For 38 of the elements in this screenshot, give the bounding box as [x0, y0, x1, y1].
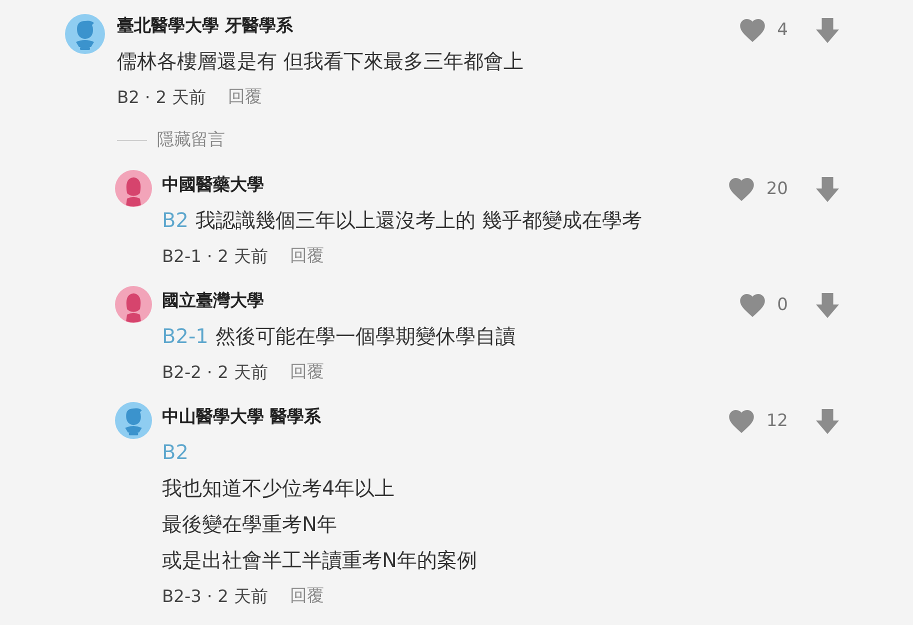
comment-text: 儒林各樓層還是有 但我看下來最多三年都會上 — [117, 48, 524, 75]
like-count: 4 — [777, 20, 788, 40]
author-name: 臺北醫學大學 牙醫學系 — [117, 15, 294, 38]
avatar-icon — [65, 14, 105, 54]
floor-time-text: B2-3 · 2 天前 — [162, 586, 268, 608]
like-count: 20 — [766, 179, 788, 199]
reply-button[interactable]: 回覆 — [228, 85, 262, 109]
floor-time-text: B2-2 · 2 天前 — [162, 362, 268, 384]
down-arrow-icon[interactable] — [816, 176, 839, 202]
down-arrow-icon[interactable] — [816, 292, 839, 318]
mention-link[interactable]: B2-1 — [162, 324, 208, 348]
author-name: 中山醫學大學 醫學系 — [162, 406, 322, 429]
comment-text: B2 我認識幾個三年以上還沒考上的 幾乎都變成在學考 — [162, 207, 643, 234]
heart-icon[interactable] — [729, 178, 754, 200]
down-arrow-icon[interactable] — [816, 18, 839, 42]
reply-button[interactable]: 回覆 — [290, 244, 324, 268]
mention-link[interactable]: B2 — [162, 440, 188, 464]
like-count: 0 — [777, 295, 788, 315]
comment-text: 或是出社會半工半讀重考N年的案例 — [162, 547, 478, 574]
author-name: 國立臺灣大學 — [162, 290, 265, 313]
avatar-icon — [115, 170, 152, 207]
reply-button[interactable]: 回覆 — [290, 360, 324, 384]
floor-time-text: B2-1 · 2 天前 — [162, 246, 268, 268]
avatar-icon — [115, 402, 152, 439]
heart-icon[interactable] — [729, 410, 754, 432]
like-count: 12 — [766, 411, 788, 431]
author-name: 中國醫藥大學 — [162, 174, 265, 197]
avatar-icon — [115, 286, 152, 323]
heart-icon[interactable] — [740, 294, 766, 316]
mention-link[interactable]: B2 — [162, 208, 188, 232]
comment-text: 我也知道不少位考4年以上 — [162, 475, 396, 502]
reply-button[interactable]: 回覆 — [290, 584, 324, 608]
down-arrow-icon[interactable] — [816, 408, 839, 434]
floor-time-text: B2 · 2 天前 — [117, 86, 206, 108]
comment-text: B2-1 然後可能在學一個學期變休學自讀 — [162, 323, 516, 350]
comment-text: 最後變在學重考N年 — [162, 511, 338, 538]
hide-replies-button[interactable]: 隱藏留言 — [117, 122, 225, 158]
heart-icon[interactable] — [740, 18, 766, 42]
